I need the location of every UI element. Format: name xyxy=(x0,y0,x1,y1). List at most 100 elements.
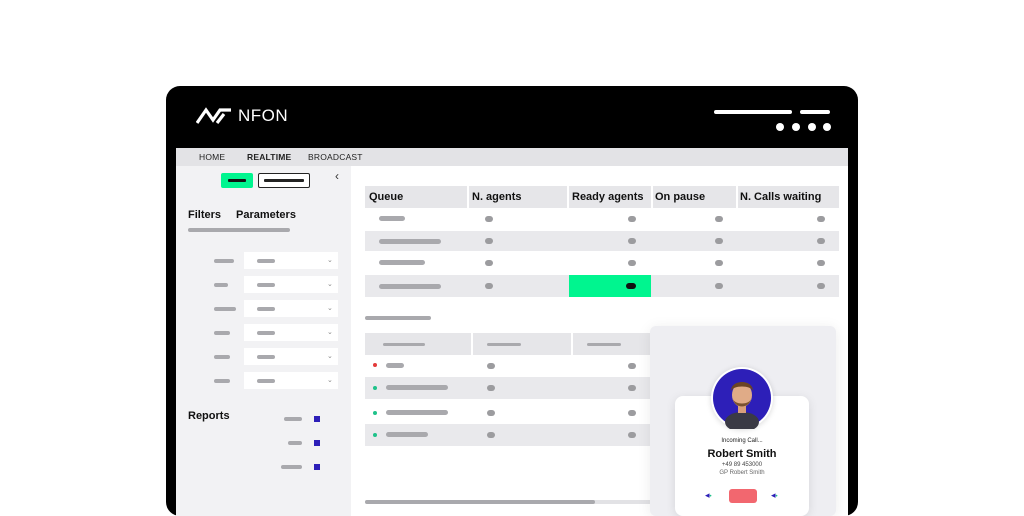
status-dot-icon xyxy=(373,433,377,437)
header-on-pause[interactable]: On pause xyxy=(655,191,705,203)
chevron-down-icon: ⌄ xyxy=(327,305,333,312)
caller-subtitle: GP Robert Smith xyxy=(719,470,765,476)
header-label xyxy=(487,343,521,346)
reports-heading: Reports xyxy=(188,410,230,422)
filter-label xyxy=(214,259,234,263)
cell-value xyxy=(487,363,495,369)
table-row[interactable] xyxy=(365,377,655,399)
cell-value xyxy=(715,238,723,244)
cell-value xyxy=(628,238,636,244)
agent-name xyxy=(386,410,448,415)
filter-select[interactable]: ⌄ xyxy=(244,324,338,341)
report-label xyxy=(284,417,302,421)
cell-value xyxy=(487,410,495,416)
report-square-icon[interactable] xyxy=(314,440,320,446)
filters-tab[interactable]: Filters xyxy=(188,209,221,221)
queue-name xyxy=(379,284,441,289)
queue-name xyxy=(379,216,405,221)
report-square-icon[interactable] xyxy=(314,416,320,422)
chevron-down-icon: ⌄ xyxy=(327,281,333,288)
header-calls-waiting[interactable]: N. Calls waiting xyxy=(740,191,821,203)
avatar-photo-icon xyxy=(713,369,771,432)
cell-value xyxy=(628,432,636,438)
brand-name: NFON xyxy=(238,106,289,125)
filter-select[interactable]: ⌄ xyxy=(244,348,338,365)
report-square-icon[interactable] xyxy=(314,464,320,470)
chevron-left-icon[interactable]: ‹ xyxy=(335,169,339,183)
queue-name xyxy=(379,260,425,265)
nav-broadcast[interactable]: BROADCAST xyxy=(308,152,363,162)
section-title xyxy=(365,316,431,320)
table-row[interactable] xyxy=(365,424,655,446)
cell-value xyxy=(487,432,495,438)
header-queue[interactable]: Queue xyxy=(369,191,403,203)
cell-value xyxy=(817,283,825,289)
select-value xyxy=(257,283,275,287)
nfon-logo-icon xyxy=(196,107,231,124)
parameters-tab[interactable]: Parameters xyxy=(236,209,296,221)
nav-realtime[interactable]: REALTIME xyxy=(247,152,291,162)
menu-line-icon xyxy=(714,110,792,114)
cell-value xyxy=(628,385,636,391)
cell-value xyxy=(485,260,493,266)
cell-value xyxy=(628,216,636,222)
filter-select[interactable]: ⌄ xyxy=(244,300,338,317)
cell-value xyxy=(487,385,495,391)
horizontal-scrollbar[interactable] xyxy=(365,500,655,504)
cell-value xyxy=(485,283,493,289)
agent-name xyxy=(386,385,448,390)
caller-name: Robert Smith xyxy=(707,448,777,460)
cell-value xyxy=(485,216,493,222)
caller-avatar xyxy=(711,367,773,432)
dot-icon xyxy=(823,123,831,131)
header-n-agents[interactable]: N. agents xyxy=(472,191,522,203)
table-header-row xyxy=(365,333,655,355)
header-label xyxy=(383,343,425,346)
button-label-bar xyxy=(264,179,304,182)
filter-select[interactable]: ⌄ xyxy=(244,252,338,269)
agent-name xyxy=(386,432,428,437)
cell-value xyxy=(715,216,723,222)
select-value xyxy=(257,307,275,311)
report-label xyxy=(288,441,302,445)
select-value xyxy=(257,331,275,335)
mute-icon[interactable]: ◂• xyxy=(705,490,712,501)
call-status: Incoming Call... xyxy=(721,438,763,444)
table-row[interactable] xyxy=(365,275,839,297)
header-ready-agents[interactable]: Ready agents xyxy=(572,191,644,203)
toggle-secondary-button[interactable] xyxy=(258,173,310,188)
cell-value xyxy=(715,260,723,266)
caller-phone: +49 89 453000 xyxy=(721,462,763,468)
scrollbar-thumb[interactable] xyxy=(365,500,595,504)
toggle-primary-button[interactable] xyxy=(221,173,253,188)
filter-label xyxy=(214,331,230,335)
nav-home[interactable]: HOME xyxy=(199,152,225,162)
status-dot-icon xyxy=(373,411,377,415)
dot-icon xyxy=(776,123,784,131)
decline-button[interactable] xyxy=(729,489,757,503)
cell-value xyxy=(628,410,636,416)
agent-name xyxy=(386,363,404,368)
filter-select[interactable]: ⌄ xyxy=(244,372,338,389)
status-dot-icon xyxy=(373,363,377,367)
nfon-logo: NFON xyxy=(196,106,288,126)
sidebar: ‹ Filters Parameters ⌄ ⌄ ⌄ ⌄ ⌄ ⌄ Reports xyxy=(176,166,351,516)
cell-value xyxy=(485,238,493,244)
cell-value xyxy=(626,283,636,289)
cell-value xyxy=(817,260,825,266)
select-value xyxy=(257,355,275,359)
filter-label xyxy=(214,307,236,311)
transfer-icon[interactable]: ◂• xyxy=(771,490,778,501)
filter-label xyxy=(214,355,230,359)
table-row[interactable] xyxy=(365,231,839,251)
header-label xyxy=(587,343,621,346)
menu-line-icon xyxy=(800,110,830,114)
filter-select[interactable]: ⌄ xyxy=(244,276,338,293)
queue-name xyxy=(379,239,441,244)
cell-value xyxy=(628,363,636,369)
cell-value xyxy=(715,283,723,289)
chevron-down-icon: ⌄ xyxy=(327,377,333,384)
cell-value xyxy=(817,216,825,222)
button-label-bar xyxy=(228,179,246,182)
dot-icon xyxy=(808,123,816,131)
